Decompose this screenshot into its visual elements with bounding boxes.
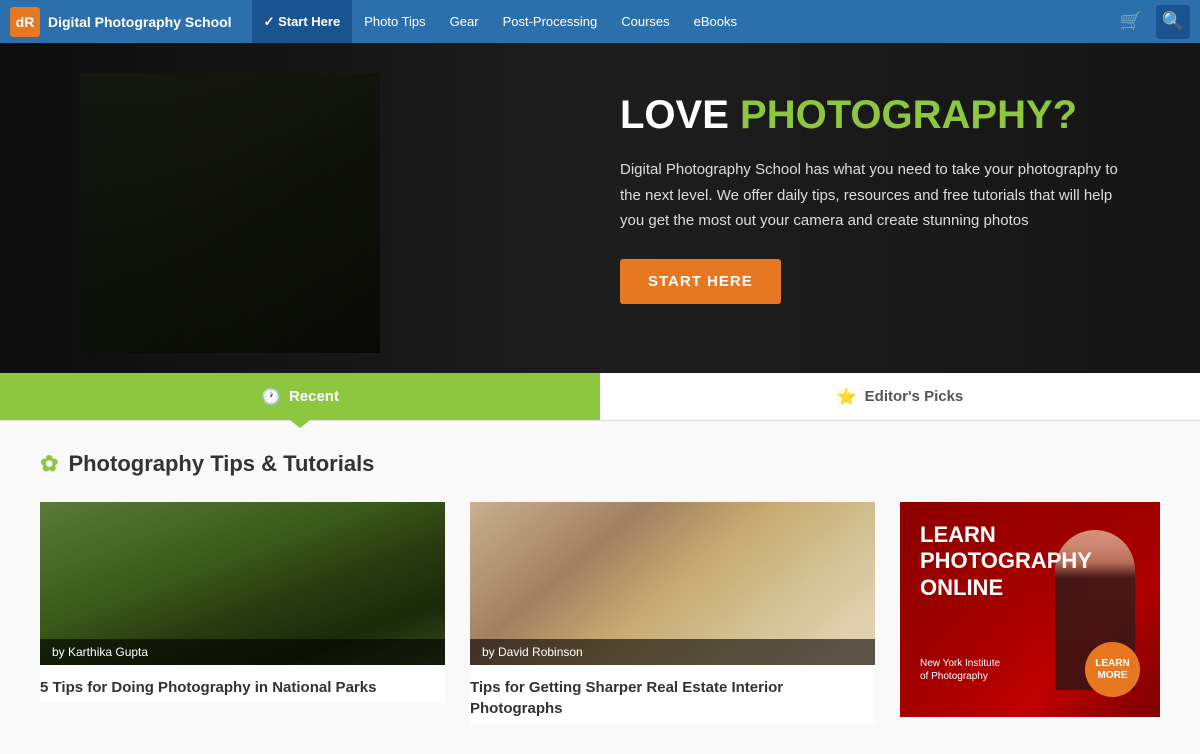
section-icon: ✿ xyxy=(40,451,58,477)
nav-item-start-here[interactable]: ✓ Start Here xyxy=(252,0,353,43)
tabs-bar: 🕐 Recent ⭐ Editor's Picks xyxy=(0,373,1200,421)
article-1-image-wrap: by Karthika Gupta xyxy=(40,502,445,665)
hero-section: LOVE PHOTOGRAPHY? Digital Photography Sc… xyxy=(0,43,1200,373)
hero-title: LOVE PHOTOGRAPHY? xyxy=(620,93,1120,137)
ad-logo-line2: of Photography xyxy=(920,671,988,682)
tab-editors-picks[interactable]: ⭐ Editor's Picks xyxy=(600,373,1200,420)
nav-item-photo-tips[interactable]: Photo Tips xyxy=(352,0,437,43)
tab-recent[interactable]: 🕐 Recent xyxy=(0,373,600,420)
tab-editors-picks-label: Editor's Picks xyxy=(865,388,964,405)
section-title: ✿ Photography Tips & Tutorials xyxy=(40,451,1160,477)
article-card-2[interactable]: by David Robinson Tips for Getting Sharp… xyxy=(470,502,875,724)
hero-title-static: LOVE xyxy=(620,93,729,137)
nav-right: 🛒 🔍 xyxy=(1114,5,1190,39)
nav-item-ebooks[interactable]: eBooks xyxy=(682,0,749,43)
nav-item-gear[interactable]: Gear xyxy=(438,0,491,43)
ad-logo-line1: New York Institute xyxy=(920,658,1000,669)
nav-item-courses[interactable]: Courses xyxy=(609,0,681,43)
site-logo[interactable]: dR Digital Photography School xyxy=(10,7,232,37)
article-1-author: by Karthika Gupta xyxy=(40,639,445,665)
advertisement-box[interactable]: LEARN PHOTOGRAPHY ONLINE New York Instit… xyxy=(900,502,1160,717)
article-2-image-wrap: by David Robinson xyxy=(470,502,875,665)
article-card-1[interactable]: by Karthika Gupta 5 Tips for Doing Photo… xyxy=(40,502,445,703)
hero-cta-button[interactable]: START HERE xyxy=(620,259,781,304)
ad-bottom: New York Institute of Photography LEARN … xyxy=(920,642,1140,697)
nav-links: ✓ Start Here Photo Tips Gear Post-Proces… xyxy=(252,0,1114,43)
main-content: ✿ Photography Tips & Tutorials by Karthi… xyxy=(0,421,1200,754)
site-name: Digital Photography School xyxy=(48,14,232,30)
hero-title-photography: PHOTOGRAPHY? xyxy=(740,93,1077,137)
hero-content: LOVE PHOTOGRAPHY? Digital Photography Sc… xyxy=(620,93,1120,304)
ad-headline: LEARN PHOTOGRAPHY ONLINE xyxy=(920,522,1092,601)
star-icon: ⭐ xyxy=(837,387,857,407)
article-1-title: 5 Tips for Doing Photography in National… xyxy=(40,665,445,703)
hero-description: Digital Photography School has what you … xyxy=(620,157,1120,234)
ad-logo: New York Institute of Photography xyxy=(920,657,1000,683)
article-2-author: by David Robinson xyxy=(470,639,875,665)
nav-item-post-processing[interactable]: Post-Processing xyxy=(491,0,610,43)
navbar: dR Digital Photography School ✓ Start He… xyxy=(0,0,1200,43)
tab-recent-label: Recent xyxy=(289,388,339,405)
section-title-text: Photography Tips & Tutorials xyxy=(68,451,374,477)
article-2-title: Tips for Getting Sharper Real Estate Int… xyxy=(470,665,875,724)
articles-grid: by Karthika Gupta 5 Tips for Doing Photo… xyxy=(40,502,1160,724)
clock-icon: 🕐 xyxy=(261,387,281,407)
search-button[interactable]: 🔍 xyxy=(1156,5,1190,39)
cart-button[interactable]: 🛒 xyxy=(1114,5,1148,39)
logo-icon: dR xyxy=(10,7,40,37)
ad-learn-more-button[interactable]: LEARN MORE xyxy=(1085,642,1140,697)
